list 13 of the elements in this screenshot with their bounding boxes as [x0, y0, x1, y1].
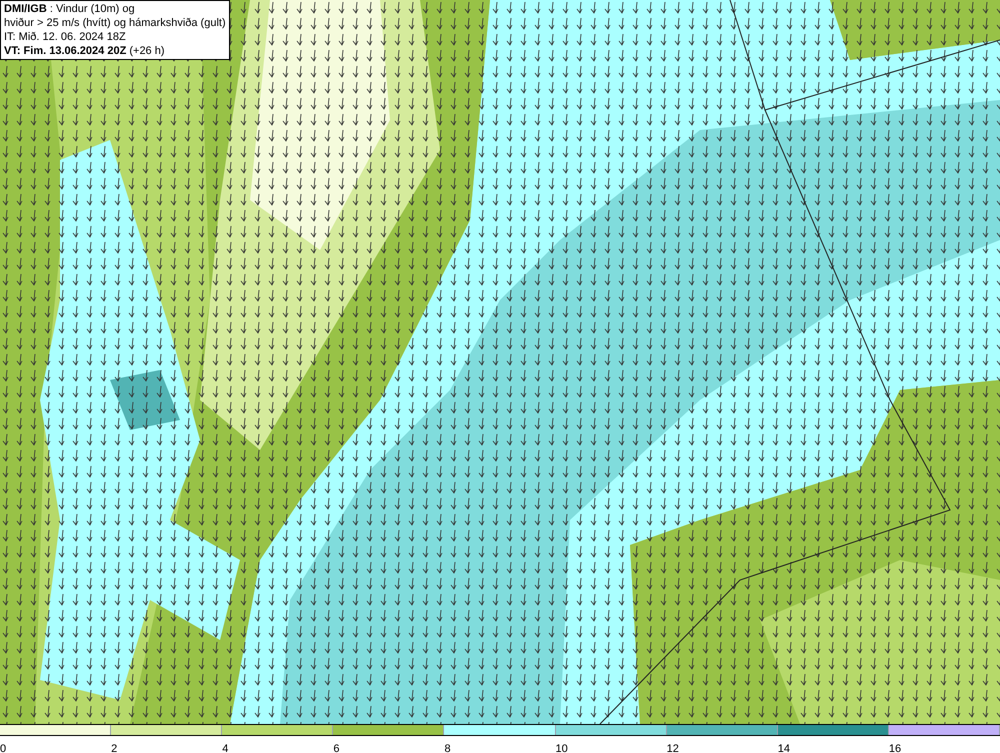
- info-text: VT: Fim. 13.06.2024 20Z (+26 h): [4, 44, 166, 58]
- legend-label: 16: [888, 743, 902, 753]
- legend-label: 12: [666, 743, 679, 753]
- legend-label: 2: [111, 743, 118, 753]
- info-text: hviður > 25 m/s (hvítt) og hámarkshviða (gult): [4, 16, 226, 30]
- legend-label: 14: [778, 743, 790, 753]
- legend-label: 4: [222, 743, 228, 753]
- legend-label: 10: [556, 743, 568, 753]
- legend-label: 6: [333, 743, 340, 753]
- info-text: DMI/IGB : Vindur (10m) og: [4, 2, 136, 16]
- info-text: IT: Mið. 12. 06. 2024 18Z: [4, 30, 127, 44]
- legend-label: 8: [444, 743, 451, 753]
- legend-label: 0: [0, 743, 6, 753]
